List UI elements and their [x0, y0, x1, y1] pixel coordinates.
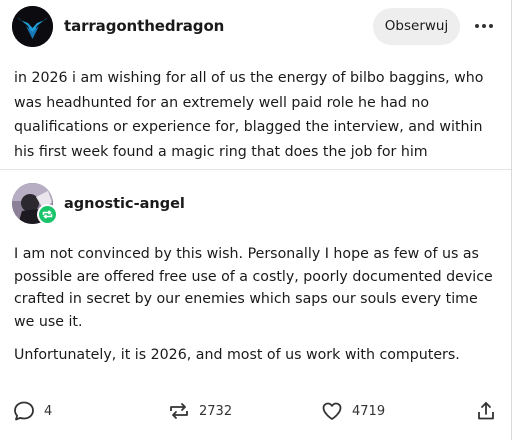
- like-count: 4719: [352, 403, 386, 419]
- post-body-text: in 2026 i am wishing for all of us the e…: [14, 70, 484, 160]
- reblog-badge-icon: [42, 210, 53, 219]
- more-options-button[interactable]: [470, 12, 498, 40]
- reblog-button[interactable]: 2732: [167, 396, 232, 426]
- like-button[interactable]: 4719: [320, 396, 385, 426]
- reblog-body: I am not convinced by this wish. Persona…: [14, 243, 496, 378]
- reblog-count: 2732: [199, 403, 233, 419]
- reply-button[interactable]: 4: [12, 396, 52, 426]
- nightwing-logo-icon: [12, 6, 53, 47]
- more-dots-icon: [475, 24, 493, 28]
- speech-bubble-icon: [14, 401, 34, 421]
- post-card: tarragonthedragon Obserwuj in 2026 i am …: [0, 0, 512, 440]
- reblog-badge: [37, 204, 58, 225]
- reblog-author[interactable]: agnostic-angel: [64, 196, 185, 212]
- reply-count: 4: [44, 403, 53, 419]
- share-button[interactable]: [474, 396, 498, 426]
- divider: [0, 169, 511, 170]
- reblog-paragraph: Unfortunately, it is 2026, and most of u…: [14, 347, 460, 363]
- post-author[interactable]: tarragonthedragon: [64, 17, 224, 35]
- share-icon: [478, 402, 494, 420]
- follow-button[interactable]: Obserwuj: [373, 8, 460, 45]
- post-footer: 4 2732 4719: [0, 396, 511, 428]
- reblog-paragraph: I am not convinced by this wish. Persona…: [14, 246, 493, 330]
- heart-icon: [322, 402, 342, 420]
- avatar[interactable]: [12, 6, 53, 47]
- post-header: tarragonthedragon Obserwuj: [0, 0, 511, 54]
- reblog-arrows-icon: [170, 403, 188, 419]
